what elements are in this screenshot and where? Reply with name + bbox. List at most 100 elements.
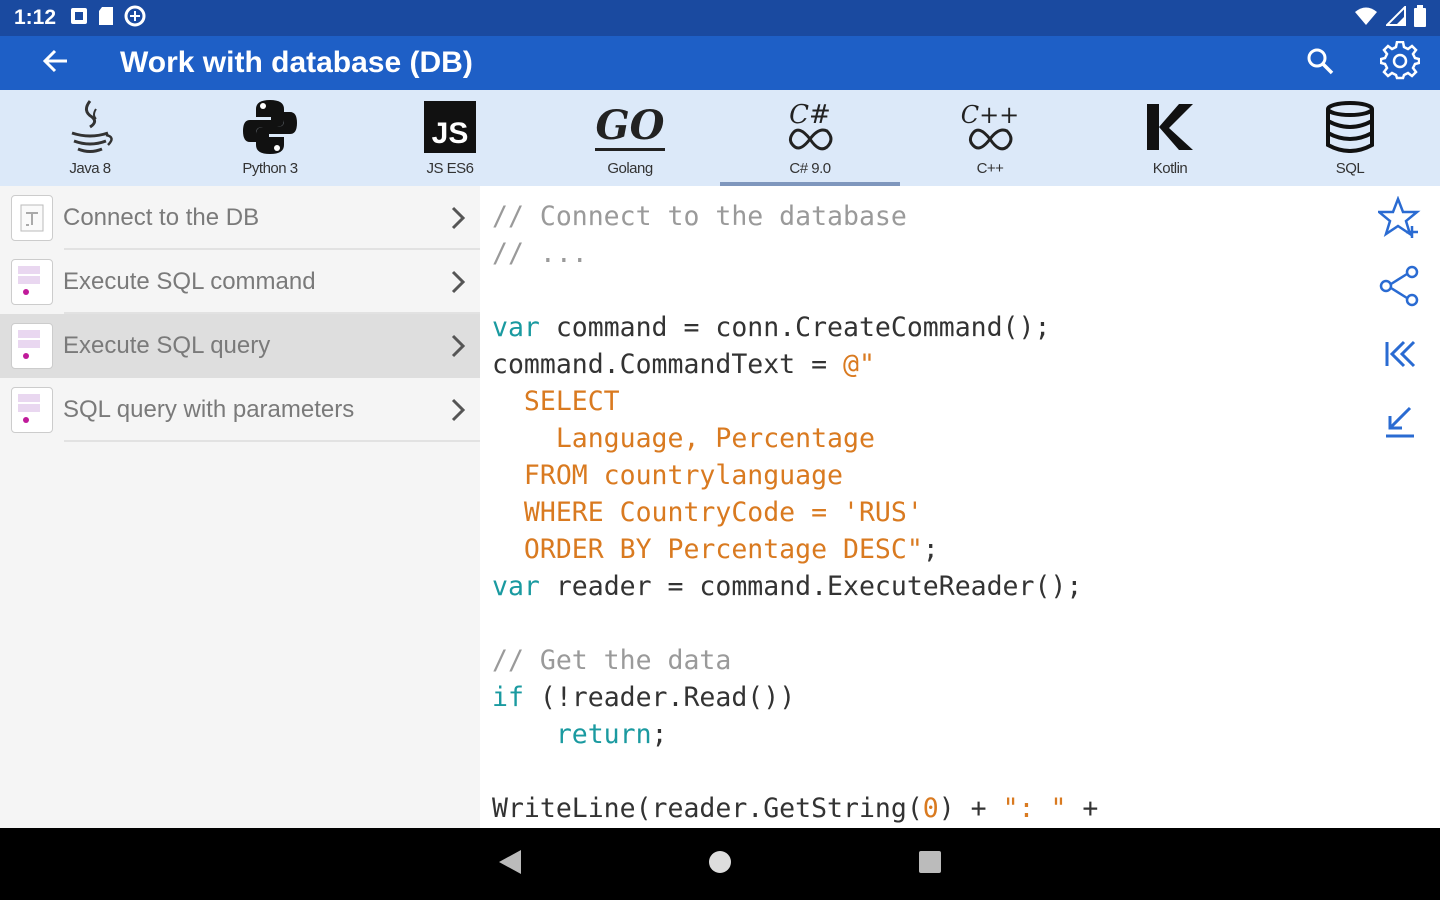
func-code-icon — [11, 323, 53, 369]
code-view[interactable]: // Connect to the database // ... var com… — [480, 186, 1360, 828]
code-token: @" — [843, 349, 875, 380]
scroll-to-end-icon — [1382, 404, 1418, 445]
code-line: return; — [492, 716, 1360, 753]
code-line: SELECT — [492, 383, 1360, 420]
tab-sql[interactable]: SQL — [1260, 90, 1440, 186]
code-token: command.CommandText = — [492, 349, 843, 380]
list-item[interactable]: Connect to the DB — [0, 186, 480, 250]
wifi-icon — [1354, 6, 1378, 31]
code-token: var — [492, 312, 540, 343]
tab-label: C# 9.0 — [789, 160, 831, 177]
chevron-right-icon — [436, 332, 480, 360]
code-token: FROM countrylanguage — [492, 460, 843, 491]
code-token: ": " — [1002, 793, 1067, 824]
tab-cpp[interactable]: C++ C++ — [900, 90, 1080, 186]
topic-list: Connect to the DB Execute SQL command Ex… — [0, 186, 480, 828]
code-token: ; — [651, 719, 668, 750]
tab-java[interactable]: Java 8 — [0, 90, 180, 186]
notification-icon — [70, 7, 88, 30]
code-token: // Get the data — [492, 645, 732, 676]
favorite-button[interactable] — [1360, 186, 1440, 254]
code-line: ORDER BY Percentage DESC"; — [492, 531, 1360, 568]
tab-golang[interactable]: GO Golang — [540, 90, 720, 186]
tab-label: SQL — [1335, 160, 1365, 177]
tab-label: Golang — [607, 160, 653, 177]
tab-label: C++ — [976, 160, 1004, 177]
tab-csharp[interactable]: C# C# 9.0 — [720, 90, 900, 186]
tab-kotlin[interactable]: Kotlin — [1080, 90, 1260, 186]
nav-home-button[interactable] — [690, 834, 750, 894]
code-token: var — [492, 571, 540, 602]
chevron-right-icon — [436, 204, 480, 232]
settings-button[interactable] — [1360, 36, 1440, 90]
chevron-right-icon — [436, 268, 480, 296]
code-line: Language, Percentage — [492, 420, 1360, 457]
csharp-icon: C# — [770, 96, 850, 158]
tab-label: Java 8 — [69, 160, 111, 177]
list-item[interactable]: Execute SQL query — [0, 314, 480, 378]
code-token: // Connect to the database — [492, 201, 907, 232]
status-bar: 1:12 — [0, 0, 1440, 36]
code-token: WriteLine(reader.GetString( — [492, 793, 923, 824]
tab-label: Kotlin — [1152, 160, 1188, 177]
share-button[interactable] — [1360, 254, 1440, 322]
python-icon — [230, 96, 310, 158]
arrow-left-icon — [40, 46, 70, 81]
chevron-right-icon — [436, 396, 480, 424]
back-button[interactable] — [0, 36, 110, 90]
java-icon — [50, 96, 130, 158]
list-item-label: Connect to the DB — [63, 204, 260, 231]
scroll-to-end-button[interactable] — [1360, 390, 1440, 458]
search-button[interactable] — [1280, 36, 1360, 90]
page-title: Work with database (DB) — [120, 46, 473, 79]
code-line: command.CommandText = @" — [492, 346, 1360, 383]
scroll-to-top-button[interactable] — [1360, 322, 1440, 390]
code-token: if — [492, 682, 524, 713]
code-token: (!reader.Read()) — [523, 682, 796, 713]
tab-js[interactable]: JS JS ES6 — [360, 90, 540, 186]
code-line: // ... — [492, 235, 1360, 272]
status-time: 1:12 — [14, 6, 57, 29]
kotlin-icon — [1130, 96, 1210, 158]
code-token: command = conn.CreateCommand(); — [539, 312, 1051, 343]
language-tab-bar: Java 8 Python 3 JS JS ES6 GO Golang C# C… — [0, 90, 1440, 186]
code-token: return — [492, 719, 652, 750]
list-item[interactable]: Execute SQL command — [0, 250, 480, 314]
tab-python[interactable]: Python 3 — [180, 90, 360, 186]
code-block: // Connect to the database // ... var com… — [480, 186, 1360, 827]
code-actions — [1360, 186, 1440, 828]
code-line: WHERE CountryCode = 'RUS' — [492, 494, 1360, 531]
code-token: ; — [922, 534, 939, 565]
recents-square-icon — [918, 850, 942, 879]
list-item[interactable]: SQL query with parameters — [0, 378, 480, 442]
code-line: FROM countrylanguage — [492, 457, 1360, 494]
go-icon: GO — [595, 101, 665, 151]
gear-icon — [1379, 40, 1421, 86]
divider — [64, 440, 480, 442]
nav-back-button[interactable] — [480, 834, 540, 894]
tab-label: Python 3 — [242, 160, 298, 177]
code-line: // Get the data — [492, 642, 1360, 679]
code-token: + — [1066, 793, 1099, 824]
code-token: ORDER BY Percentage DESC" — [492, 534, 923, 565]
code-line: WriteLine(reader.GetString(0) + ": " + — [492, 790, 1360, 827]
list-item-label: SQL query with parameters — [63, 396, 355, 423]
share-icon — [1378, 264, 1422, 313]
code-token: Language, Percentage — [492, 423, 875, 454]
code-line: var reader = command.ExecuteReader(); — [492, 568, 1360, 605]
list-item-label: Execute SQL query — [63, 332, 271, 359]
sd-card-icon — [98, 6, 114, 31]
sync-icon — [124, 5, 146, 32]
search-icon — [1305, 46, 1335, 81]
code-line: var command = conn.CreateCommand(); — [492, 309, 1360, 346]
first-page-icon — [1382, 336, 1418, 377]
nav-recents-button[interactable] — [900, 834, 960, 894]
back-triangle-icon — [497, 848, 523, 881]
code-token: reader = command.ExecuteReader(); — [539, 571, 1083, 602]
code-token: ) + — [938, 793, 1003, 824]
code-token: // ... — [492, 238, 588, 269]
database-icon — [1310, 96, 1390, 158]
